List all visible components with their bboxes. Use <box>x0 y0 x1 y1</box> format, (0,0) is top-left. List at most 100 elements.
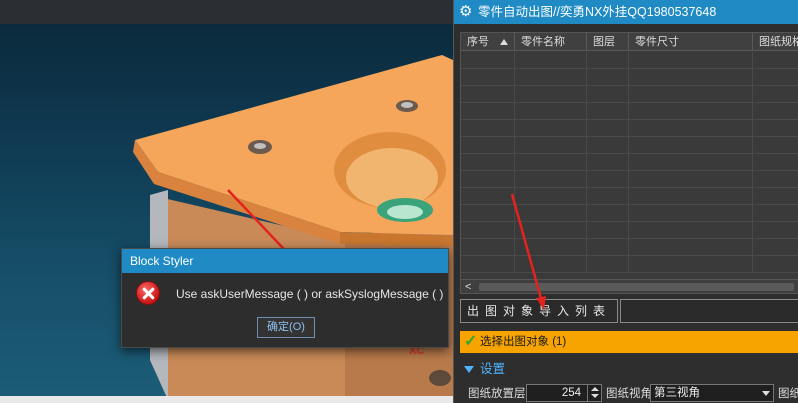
table-cell <box>753 239 798 256</box>
table-cell <box>587 120 629 137</box>
table-row[interactable] <box>461 239 798 256</box>
table-row[interactable] <box>461 103 798 120</box>
panel-title: 零件自动出图//奕勇NX外挂QQ1980537648 <box>478 5 717 19</box>
column-header-part-size[interactable]: 零件尺寸 <box>629 33 753 51</box>
table-cell <box>587 239 629 256</box>
column-header-index[interactable]: 序号 <box>461 33 515 51</box>
table-cell <box>629 137 753 154</box>
sheet-spec-label: 图纸规 <box>778 388 798 400</box>
table-cell <box>461 120 515 137</box>
scrollbar-thumb[interactable] <box>479 283 794 291</box>
table-cell <box>753 103 798 120</box>
table-cell <box>629 256 753 273</box>
table-cell <box>461 239 515 256</box>
sort-ascending-icon <box>500 39 508 45</box>
table-row[interactable] <box>461 222 798 239</box>
table-cell <box>515 205 587 222</box>
table-cell <box>515 188 587 205</box>
table-cell <box>587 205 629 222</box>
block-styler-dialog: Block Styler Use askUserMessage ( ) or a… <box>121 248 449 348</box>
view-select[interactable]: 第三视角 <box>650 384 774 402</box>
table-cell <box>629 154 753 171</box>
settings-header-label: 设置 <box>480 362 506 376</box>
table-cell <box>587 137 629 154</box>
table-cell <box>753 205 798 222</box>
table-cell <box>515 103 587 120</box>
table-cell <box>629 52 753 69</box>
table-cell <box>629 188 753 205</box>
table-row[interactable] <box>461 154 798 171</box>
table-row[interactable] <box>461 205 798 222</box>
table-cell <box>515 86 587 103</box>
table-row[interactable] <box>461 171 798 188</box>
table-cell <box>753 188 798 205</box>
table-cell <box>515 239 587 256</box>
layer-label: 图纸放置层 <box>468 388 526 400</box>
import-list-field[interactable] <box>620 299 798 323</box>
gear-icon[interactable]: ⚙ <box>459 4 475 20</box>
error-icon <box>136 281 160 305</box>
horizontal-scrollbar[interactable]: < <box>461 279 798 293</box>
table-cell <box>461 205 515 222</box>
table-cell <box>461 69 515 86</box>
column-header-part-name[interactable]: 零件名称 <box>515 33 587 51</box>
dialog-title: Block Styler <box>122 249 448 273</box>
table-row[interactable] <box>461 137 798 154</box>
table-cell <box>515 120 587 137</box>
table-cell <box>515 222 587 239</box>
parts-table[interactable]: 序号 零件名称 图层 零件尺寸 图纸规格 < <box>460 32 798 294</box>
table-row[interactable] <box>461 52 798 69</box>
table-cell <box>515 52 587 69</box>
settings-section-header[interactable]: 设置 <box>460 359 505 379</box>
dropdown-arrow-icon <box>762 391 770 396</box>
table-cell <box>461 154 515 171</box>
part-drawing-panel: ⚙ 零件自动出图//奕勇NX外挂QQ1980537648 序号 零件名称 图层 … <box>453 0 798 403</box>
table-cell <box>587 52 629 69</box>
table-row[interactable] <box>461 86 798 103</box>
table-cell <box>587 222 629 239</box>
table-cell <box>629 171 753 188</box>
view-select-value: 第三视角 <box>654 387 700 399</box>
chevron-down-icon <box>464 365 474 373</box>
layer-value[interactable]: 254 <box>562 387 581 399</box>
screw-hole-3 <box>429 370 451 386</box>
table-header: 序号 零件名称 图层 零件尺寸 图纸规格 <box>461 33 798 51</box>
table-body <box>461 52 798 273</box>
table-cell <box>461 137 515 154</box>
table-cell <box>629 103 753 120</box>
table-cell <box>461 222 515 239</box>
selection-status-label: 选择出图对象 (1) <box>480 336 567 348</box>
table-row[interactable] <box>461 120 798 137</box>
app-window: XC Block Styler Use askUserMessage ( ) o… <box>0 0 798 403</box>
column-header-sheet-spec[interactable]: 图纸规格 <box>753 33 798 51</box>
stepper-arrows[interactable] <box>587 385 601 401</box>
table-cell <box>753 222 798 239</box>
scroll-left-icon[interactable]: < <box>465 280 471 293</box>
table-cell <box>515 137 587 154</box>
column-header-layer[interactable]: 图层 <box>587 33 629 51</box>
table-row[interactable] <box>461 188 798 205</box>
table-cell <box>515 69 587 86</box>
table-row[interactable] <box>461 256 798 273</box>
table-row[interactable] <box>461 69 798 86</box>
table-cell <box>753 171 798 188</box>
ok-button[interactable]: 确定(O) <box>257 317 315 338</box>
table-cell <box>515 171 587 188</box>
view-label: 图纸视角 <box>606 388 652 400</box>
import-objects-button[interactable]: 出图对象导入列表 <box>460 299 618 323</box>
table-cell <box>753 86 798 103</box>
selection-status-bar[interactable]: ✓ 选择出图对象 (1) <box>460 331 798 353</box>
table-cell <box>461 171 515 188</box>
table-cell <box>587 256 629 273</box>
table-cell <box>587 86 629 103</box>
dialog-message: Use askUserMessage ( ) or askSyslogMessa… <box>176 287 444 301</box>
table-cell <box>461 86 515 103</box>
table-cell <box>753 69 798 86</box>
table-cell <box>515 256 587 273</box>
layer-stepper[interactable]: 254 <box>526 384 602 402</box>
table-cell <box>515 154 587 171</box>
table-cell <box>629 69 753 86</box>
table-cell <box>629 205 753 222</box>
table-cell <box>587 188 629 205</box>
table-cell <box>629 239 753 256</box>
